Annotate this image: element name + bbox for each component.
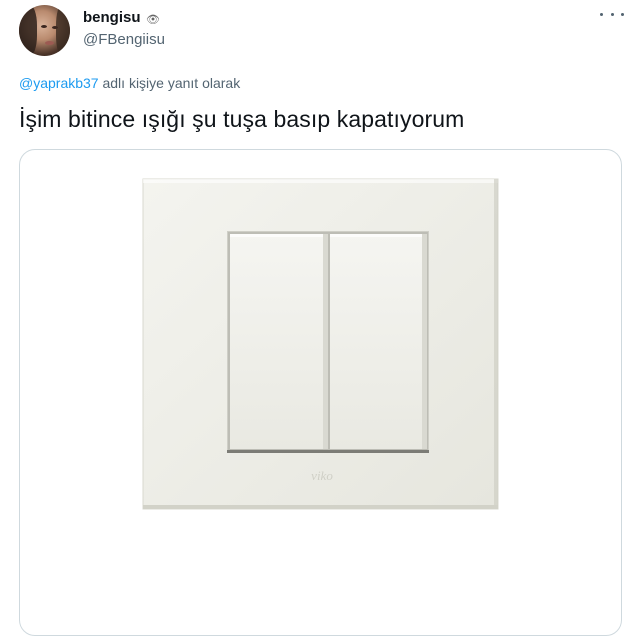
user-handle[interactable]: @FBengiisu bbox=[83, 31, 165, 48]
reply-context-text: adlı kişiye yanıt olarak bbox=[98, 75, 241, 91]
tweet-media[interactable]: viko bbox=[19, 149, 622, 636]
reply-mention-link[interactable]: @yaprakb37 bbox=[19, 75, 99, 91]
tweet: bengisu 👁 @FBengiisu @yaprakb37 adlı kiş… bbox=[0, 0, 635, 638]
tweet-text: İşim bitince ışığı şu tuşa basıp kapatıy… bbox=[19, 106, 465, 132]
avatar[interactable] bbox=[19, 5, 70, 56]
reply-context: @yaprakb37 adlı kişiye yanıt olarak bbox=[19, 75, 240, 91]
eye-icon: 👁 bbox=[146, 14, 160, 26]
brand-mark: viko bbox=[311, 468, 333, 483]
more-horizontal-icon[interactable] bbox=[600, 6, 624, 22]
light-switch-image: viko bbox=[142, 178, 499, 510]
display-name[interactable]: bengisu bbox=[83, 9, 141, 26]
